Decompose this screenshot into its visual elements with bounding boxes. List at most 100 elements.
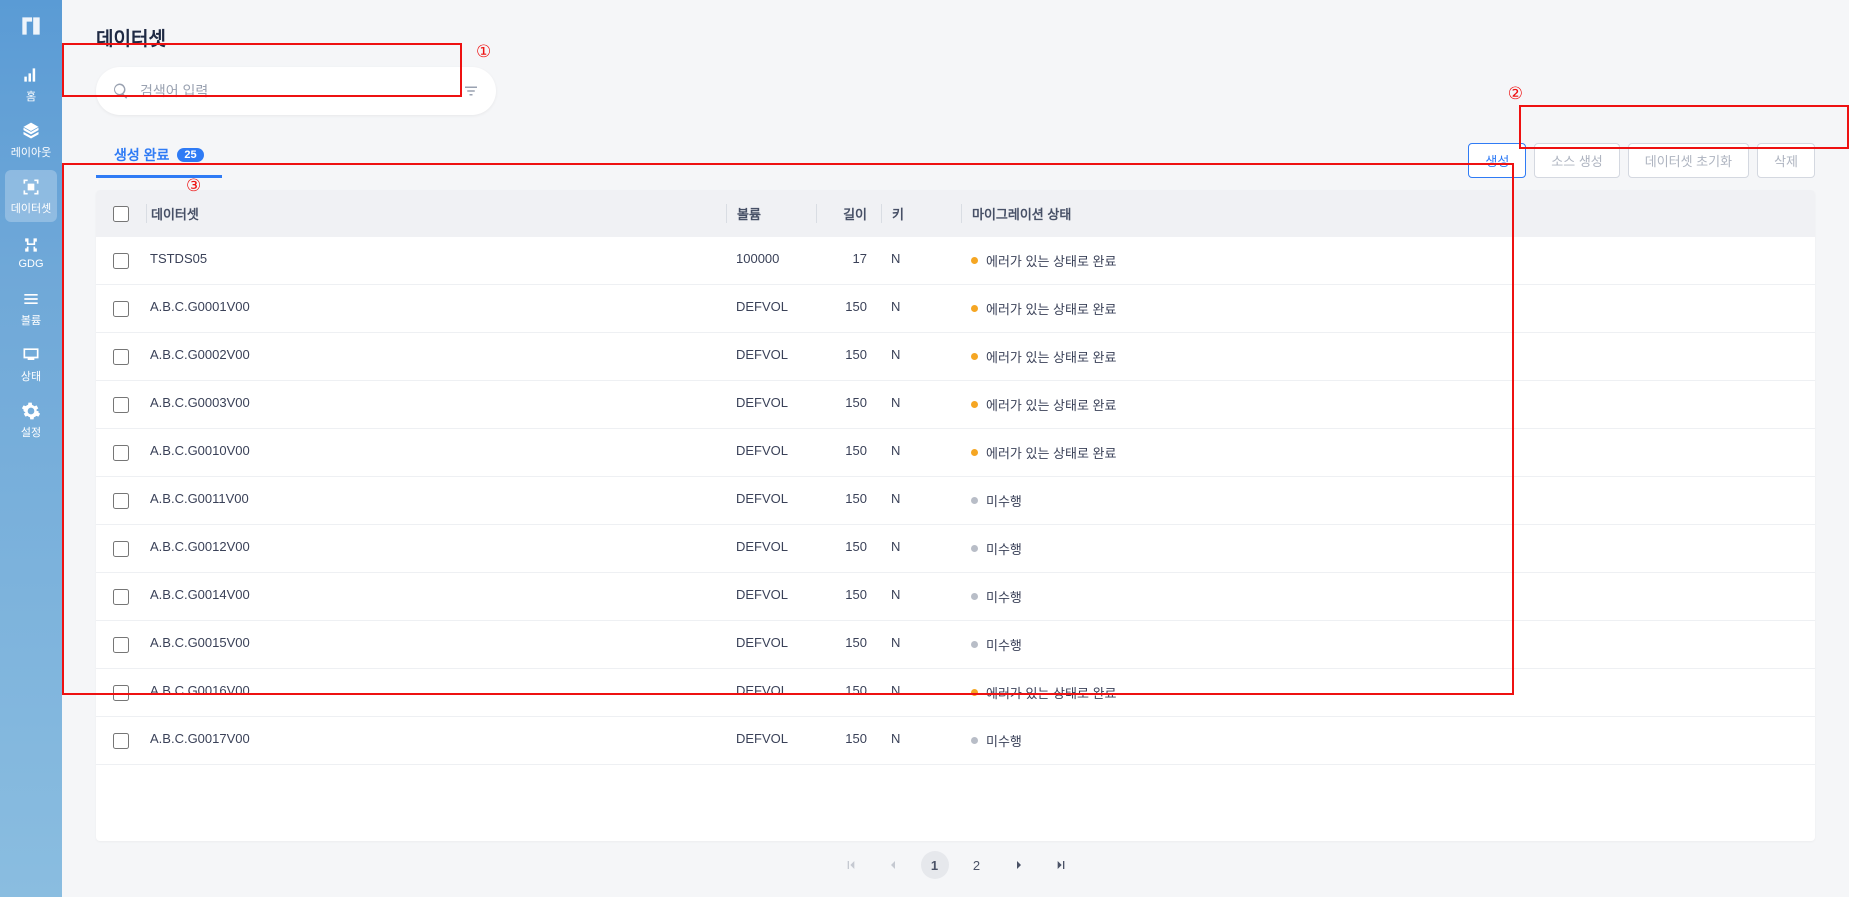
cell-status: 에러가 있는 상태로 완료 <box>961 299 1815 318</box>
cell-dataset: A.B.C.G0003V00 <box>146 395 726 414</box>
header-dataset[interactable]: 데이터셋 <box>146 204 726 223</box>
sidebar-label: GDG <box>18 258 43 270</box>
table-row[interactable]: A.B.C.G0003V00DEFVOL150N에러가 있는 상태로 완료 <box>96 381 1815 429</box>
cell-key: N <box>881 395 961 414</box>
sidebar-label: 레이아웃 <box>11 144 51 160</box>
table-row[interactable]: A.B.C.G0002V00DEFVOL150N에러가 있는 상태로 완료 <box>96 333 1815 381</box>
list-icon <box>20 288 42 310</box>
cell-length: 150 <box>816 299 881 318</box>
annotation-2: ② <box>1508 84 1523 104</box>
sidebar-item-settings[interactable]: 설정 <box>5 394 57 446</box>
row-checkbox[interactable] <box>113 733 129 749</box>
create-source-button[interactable]: 소스 생성 <box>1534 143 1619 178</box>
cell-volume: DEFVOL <box>726 347 816 366</box>
cell-volume: DEFVOL <box>726 443 816 462</box>
table-row[interactable]: A.B.C.G0016V00DEFVOL150N에러가 있는 상태로 완료 <box>96 669 1815 717</box>
reset-dataset-button[interactable]: 데이터셋 초기화 <box>1628 143 1749 178</box>
cell-key: N <box>881 251 961 270</box>
row-checkbox[interactable] <box>113 541 129 557</box>
sidebar-item-gdg[interactable]: GDG <box>5 226 57 278</box>
status-dot-icon <box>971 353 978 360</box>
sidebar: 홈 레이아웃 데이터셋 GDG 볼륨 상태 설정 <box>0 0 62 897</box>
cell-key: N <box>881 587 961 606</box>
cell-status: 에러가 있는 상태로 완료 <box>961 395 1815 414</box>
dataset-table: 데이터셋 볼륨 길이 키 마이그레이션 상태 TSTDS0510000017N에… <box>96 190 1815 841</box>
row-checkbox[interactable] <box>113 253 129 269</box>
sidebar-label: 홈 <box>26 88 36 104</box>
tab-label: 생성 완료 <box>114 145 169 165</box>
cell-volume: DEFVOL <box>726 395 816 414</box>
header-key[interactable]: 키 <box>881 204 961 223</box>
main-content: ① ② ③ 데이터셋 생성 완료 25 생성 소스 생성 데이터셋 초기화 삭제 <box>62 0 1849 897</box>
cell-volume: DEFVOL <box>726 539 816 558</box>
cell-status: 에러가 있는 상태로 완료 <box>961 347 1815 366</box>
tab-completed[interactable]: 생성 완료 25 <box>96 135 222 178</box>
sidebar-item-layout[interactable]: 레이아웃 <box>5 114 57 166</box>
sidebar-item-status[interactable]: 상태 <box>5 338 57 390</box>
sidebar-label: 데이터셋 <box>11 200 51 216</box>
page-prev-icon[interactable] <box>879 851 907 879</box>
cell-volume: DEFVOL <box>726 635 816 654</box>
cell-length: 150 <box>816 347 881 366</box>
row-checkbox[interactable] <box>113 493 129 509</box>
table-row[interactable]: TSTDS0510000017N에러가 있는 상태로 완료 <box>96 237 1815 285</box>
table-body[interactable]: TSTDS0510000017N에러가 있는 상태로 완료A.B.C.G0001… <box>96 237 1815 841</box>
cell-key: N <box>881 635 961 654</box>
table-row[interactable]: A.B.C.G0014V00DEFVOL150N미수행 <box>96 573 1815 621</box>
header-length[interactable]: 길이 <box>816 204 881 223</box>
annotation-3: ③ <box>186 176 201 196</box>
status-dot-icon <box>971 689 978 696</box>
row-checkbox[interactable] <box>113 589 129 605</box>
app-logo <box>17 12 45 40</box>
cell-key: N <box>881 683 961 702</box>
page-last-icon[interactable] <box>1047 851 1075 879</box>
header-volume[interactable]: 볼륨 <box>726 204 816 223</box>
cell-length: 150 <box>816 683 881 702</box>
cell-length: 150 <box>816 635 881 654</box>
action-buttons: 생성 소스 생성 데이터셋 초기화 삭제 <box>1468 143 1815 178</box>
table-row[interactable]: A.B.C.G0010V00DEFVOL150N에러가 있는 상태로 완료 <box>96 429 1815 477</box>
row-checkbox[interactable] <box>113 397 129 413</box>
status-dot-icon <box>971 641 978 648</box>
search-icon <box>112 82 130 100</box>
row-checkbox[interactable] <box>113 349 129 365</box>
table-header: 데이터셋 볼륨 길이 키 마이그레이션 상태 <box>96 190 1815 237</box>
row-checkbox[interactable] <box>113 637 129 653</box>
gear-icon <box>20 400 42 422</box>
search-input[interactable] <box>140 83 462 99</box>
cell-dataset: A.B.C.G0014V00 <box>146 587 726 606</box>
table-row[interactable]: A.B.C.G0001V00DEFVOL150N에러가 있는 상태로 완료 <box>96 285 1815 333</box>
row-checkbox[interactable] <box>113 445 129 461</box>
cell-status: 미수행 <box>961 491 1815 510</box>
table-row[interactable]: A.B.C.G0017V00DEFVOL150N미수행 <box>96 717 1815 765</box>
page-number[interactable]: 1 <box>921 851 949 879</box>
row-checkbox[interactable] <box>113 685 129 701</box>
sidebar-item-volume[interactable]: 볼륨 <box>5 282 57 334</box>
cell-status: 미수행 <box>961 635 1815 654</box>
filter-icon[interactable] <box>462 82 480 100</box>
cell-status: 에러가 있는 상태로 완료 <box>961 443 1815 462</box>
status-dot-icon <box>971 401 978 408</box>
cell-dataset: A.B.C.G0001V00 <box>146 299 726 318</box>
row-checkbox[interactable] <box>113 301 129 317</box>
cell-volume: DEFVOL <box>726 587 816 606</box>
page-first-icon[interactable] <box>837 851 865 879</box>
tab-badge: 25 <box>177 148 203 162</box>
page-next-icon[interactable] <box>1005 851 1033 879</box>
sidebar-item-home[interactable]: 홈 <box>5 58 57 110</box>
create-button[interactable]: 생성 <box>1468 143 1526 178</box>
table-row[interactable]: A.B.C.G0011V00DEFVOL150N미수행 <box>96 477 1815 525</box>
cell-dataset: A.B.C.G0002V00 <box>146 347 726 366</box>
page-number[interactable]: 2 <box>963 851 991 879</box>
table-row[interactable]: A.B.C.G0012V00DEFVOL150N미수행 <box>96 525 1815 573</box>
delete-button[interactable]: 삭제 <box>1757 143 1815 178</box>
header-status[interactable]: 마이그레이션 상태 <box>961 204 1815 223</box>
status-dot-icon <box>971 545 978 552</box>
select-all-checkbox[interactable] <box>113 206 129 222</box>
bar-chart-icon <box>20 64 42 86</box>
tree-icon <box>20 234 42 256</box>
sidebar-item-dataset[interactable]: 데이터셋 <box>5 170 57 222</box>
sidebar-label: 상태 <box>21 368 41 384</box>
table-row[interactable]: A.B.C.G0015V00DEFVOL150N미수행 <box>96 621 1815 669</box>
cell-dataset: TSTDS05 <box>146 251 726 270</box>
